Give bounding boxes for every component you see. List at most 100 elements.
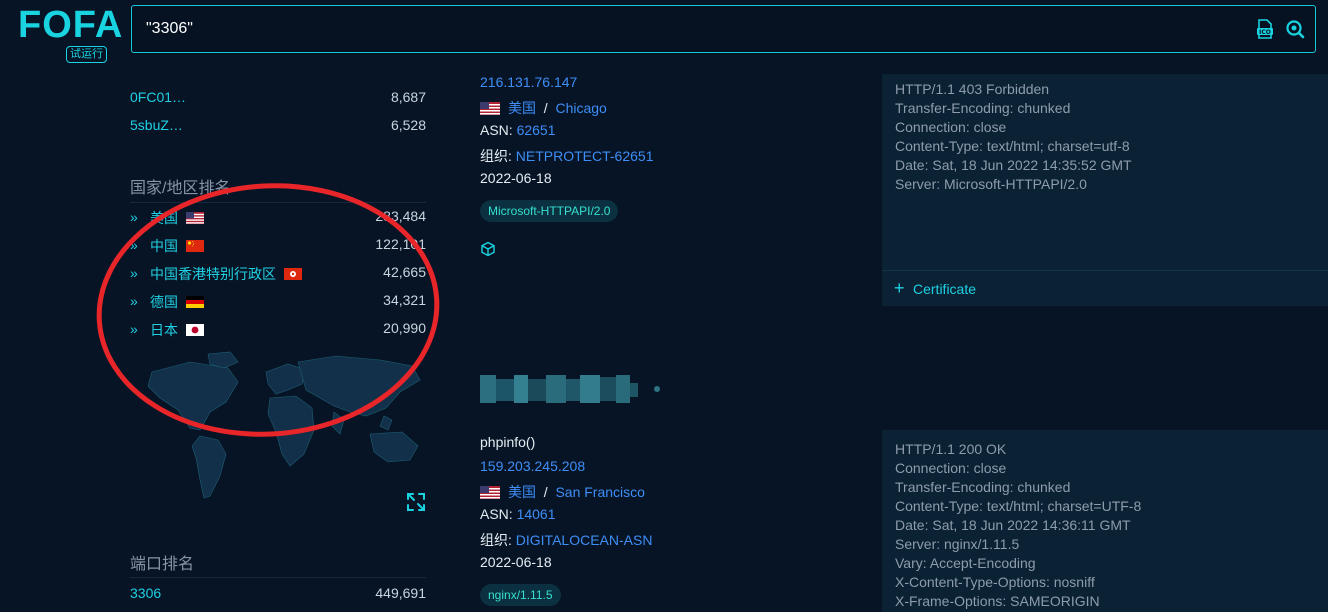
header-line: Content-Type: text/html; charset=UTF-8 [895,498,1142,514]
header-line: Connection: close [895,460,1007,476]
certificate-label: Certificate [913,281,977,297]
result-location: 美国 / Chicago [480,98,607,118]
country-row[interactable]: » 德国 34,321 [130,292,426,314]
result-country[interactable]: 美国 [508,100,536,116]
result-card: 216.131.76.147 美国 / Chicago ASN: 62651 组… [480,0,860,270]
result-card: phpinfo() 159.203.245.208 美国 / San Franc… [480,420,860,612]
result-date: 2022-06-18 [480,554,552,570]
country-count: 34,321 [383,292,426,308]
us-flag-icon [480,102,500,115]
item-name[interactable]: 0FC01… [130,89,186,105]
country-row[interactable]: » 美国 283,484 [130,208,426,230]
item-count: 6,528 [390,117,426,133]
jp-flag-icon [186,324,204,336]
redacted-title [480,375,660,403]
product-tag[interactable]: nginx/1.11.5 [480,584,561,606]
search-icon[interactable] [1285,19,1305,39]
list-item[interactable]: 0FC01… 8,687 [130,89,426,109]
item-name[interactable]: 5sbuZ… [130,117,183,133]
header-line: X-Frame-Options: SAMEORIGIN [895,593,1100,609]
fofa-logo[interactable]: FOFA 试运行 [18,6,122,66]
response-header-panel: HTTP/1.1 403 Forbidden Transfer-Encoding… [882,74,1328,306]
chevron-right-icon: » [130,321,138,337]
de-flag-icon [186,296,204,308]
result-ip[interactable]: 159.203.245.208 [480,458,585,478]
header-line: Server: nginx/1.11.5 [895,536,1020,552]
expand-icon[interactable] [406,492,426,512]
header-line: Date: Sat, 18 Jun 2022 14:35:52 GMT [895,157,1132,173]
header-line: X-Content-Type-Options: nosniff [895,574,1095,590]
result-org: 组织: DIGITALOCEAN-ASN [480,530,652,550]
list-item[interactable]: 5sbuZ… 6,528 [130,117,426,137]
plus-icon: + [894,278,905,298]
country-row[interactable]: » 中国 122,101 [130,236,426,258]
trial-badge: 试运行 [66,46,107,63]
country-name[interactable]: 中国 [150,238,178,254]
country-name[interactable]: 德国 [150,294,178,310]
product-tag[interactable]: Microsoft-HTTPAPI/2.0 [480,200,619,222]
header-line: Date: Sat, 18 Jun 2022 14:36:11 GMT [895,517,1131,533]
item-count: 8,687 [390,89,426,105]
response-header-panel: HTTP/1.1 200 OK Connection: close Transf… [882,430,1328,612]
header-line: Server: Microsoft-HTTPAPI/2.0 [895,176,1087,192]
asn-label: ASN: [480,506,513,522]
port-ranking-title: 端口排名 [130,556,195,573]
result-org: 组织: NETPROTECT-62651 [480,146,654,166]
port-name[interactable]: 3306 [130,585,161,601]
port-row[interactable]: 3306 449,691 [130,585,426,605]
result-title[interactable]: phpinfo() [480,434,535,454]
country-count: 122,101 [375,236,426,252]
asn-label: ASN: [480,122,513,138]
logo-text: FOFA [18,4,124,46]
chevron-right-icon: » [130,237,138,253]
result-asn: ASN: 14061 [480,506,556,526]
chevron-right-icon: » [130,293,138,309]
header-line: HTTP/1.1 200 OK [895,441,1007,457]
cn-flag-icon [186,240,204,252]
org-label: 组织: [480,148,512,164]
result-date: 2022-06-18 [480,170,552,186]
country-name[interactable]: 美国 [150,210,178,226]
result-city[interactable]: Chicago [555,100,606,116]
us-flag-icon [480,486,500,499]
country-name[interactable]: 日本 [150,322,178,338]
stats-sidebar: 0FC01… 8,687 5sbuZ… 6,528 国家/地区排名 » 美国 2… [130,72,426,612]
result-country[interactable]: 美国 [508,484,536,500]
certificate-toggle[interactable]: + Certificate [882,270,1328,306]
cube-icon[interactable] [480,241,496,257]
header-line: Vary: Accept-Encoding [895,555,1036,571]
country-count: 20,990 [383,320,426,336]
hk-flag-icon [284,268,302,280]
location-separator: / [543,100,548,116]
header-line: Transfer-Encoding: chunked [895,479,1071,495]
header-line: HTTP/1.1 403 Forbidden [895,81,1050,97]
us-flag-icon [186,212,204,224]
country-count: 42,665 [383,264,426,280]
chevron-right-icon: » [130,209,138,225]
result-location: 美国 / San Francisco [480,482,645,502]
org-value[interactable]: DIGITALOCEAN-ASN [516,532,653,548]
header-line: Transfer-Encoding: chunked [895,100,1071,116]
port-count: 449,691 [375,585,426,601]
result-ip[interactable]: 216.131.76.147 [480,74,577,94]
location-separator: / [543,484,548,500]
org-label: 组织: [480,532,512,548]
divider [130,202,426,203]
header-line: Content-Type: text/html; charset=utf-8 [895,138,1130,154]
svg-text:ICO: ICO [1259,29,1271,36]
world-map[interactable] [130,350,426,510]
country-name[interactable]: 中国香港特别行政区 [150,266,276,282]
ico-icon[interactable]: ICO [1255,19,1275,39]
chevron-right-icon: » [130,265,138,281]
header-line: Connection: close [895,119,1007,135]
country-row[interactable]: » 中国香港特别行政区 42,665 [130,264,426,286]
country-ranking-title: 国家/地区排名 [130,180,231,197]
search-actions: ICO [1255,19,1305,39]
org-value[interactable]: NETPROTECT-62651 [516,148,654,164]
asn-value[interactable]: 62651 [517,122,556,138]
asn-value[interactable]: 14061 [517,506,556,522]
result-asn: ASN: 62651 [480,122,556,142]
country-row[interactable]: » 日本 20,990 [130,320,426,342]
divider [130,577,426,578]
result-city[interactable]: San Francisco [555,484,644,500]
